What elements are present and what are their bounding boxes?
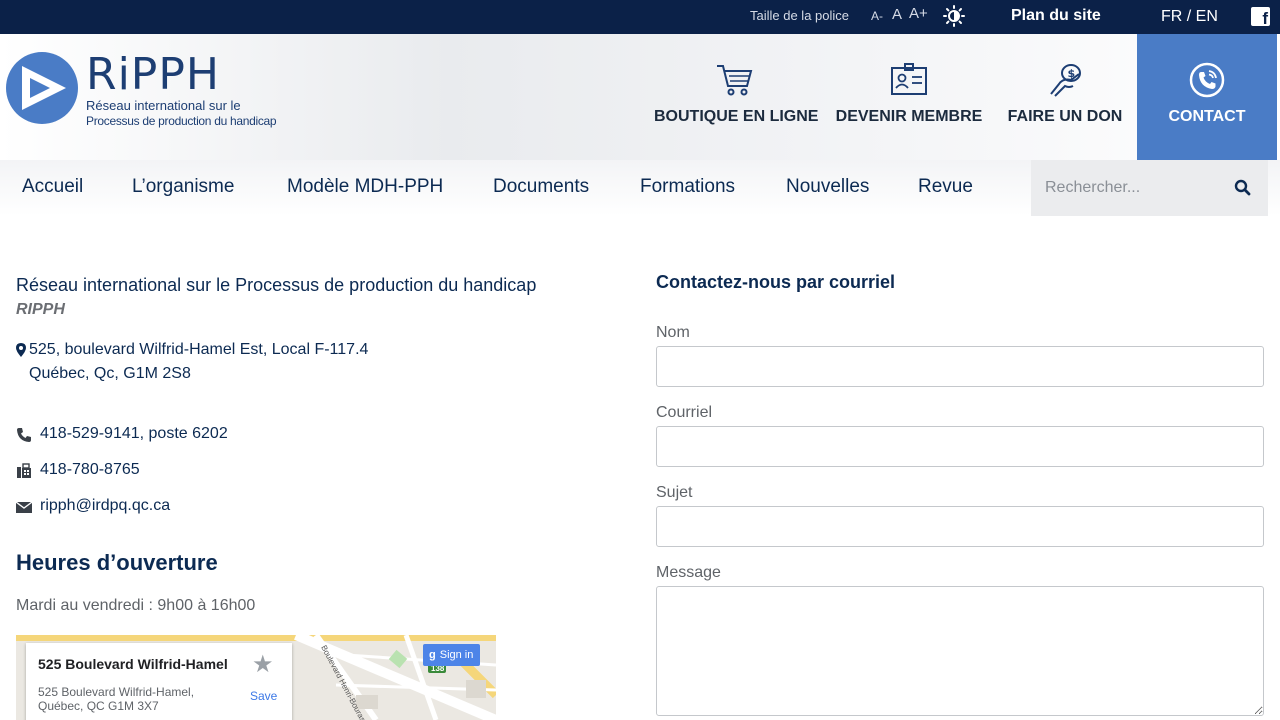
phone-number[interactable]: 418-529-9141, poste 6202 [40, 425, 228, 443]
map-place-name: 525 Boulevard Wilfrid-Hamel [38, 656, 228, 672]
hours-heading: Heures d’ouverture [16, 550, 218, 575]
email-field[interactable] [656, 426, 1264, 467]
map-save-button[interactable]: Save [250, 689, 277, 703]
message-field[interactable] [656, 586, 1264, 716]
donate-label: FAIRE UN DON [1007, 108, 1123, 125]
contact-button[interactable]: CONTACT [1137, 34, 1277, 160]
search-icon[interactable] [1234, 179, 1252, 197]
online-shop-button[interactable]: BOUTIQUE EN LIGNE [654, 34, 819, 160]
hours-text: Mardi au vendredi : 9h00 à 16h00 [16, 597, 256, 614]
name-label: Nom [656, 324, 690, 341]
fax-number: 418-780-8765 [40, 461, 140, 478]
search-input[interactable] [1045, 174, 1225, 202]
contact-form-title: Contactez-nous par courriel [656, 272, 896, 292]
phone-icon [17, 428, 31, 442]
map-place-card: 525 Boulevard Wilfrid-Hamel 525 Boulevar… [26, 643, 292, 720]
donate-button[interactable]: $ FAIRE UN DON [1004, 34, 1126, 160]
map-signin-button[interactable]: g Sign in [423, 644, 481, 666]
nav-item-documents[interactable]: Documents [493, 176, 589, 198]
envelope-icon [16, 501, 32, 513]
map-marker-icon [16, 343, 26, 357]
ripph-logo[interactable]: RiPPH Réseau international sur le Proces… [6, 49, 277, 132]
online-shop-label: BOUTIQUE EN LIGNE [654, 108, 819, 125]
nav-item-revue[interactable]: Revue [918, 176, 973, 198]
name-field[interactable] [656, 346, 1264, 387]
font-size-label: Taille de la police [750, 8, 850, 23]
logo-subtitle-2: Processus de production du handicap [86, 114, 277, 128]
star-icon[interactable]: ★ [252, 653, 274, 677]
contrast-icon[interactable] [943, 5, 965, 27]
main-navigation: Accueil L’organisme Modèle MDH-PPH Docum… [0, 160, 1280, 216]
organization-name: Réseau international sur le Processus de… [16, 275, 537, 295]
logo-play-icon [6, 52, 78, 124]
organization-abbreviation: RIPPH [16, 301, 65, 318]
nav-item-modele[interactable]: Modèle MDH-PPH [287, 176, 443, 198]
embedded-map[interactable]: Boulevard Henri-Bourassa 138 525 Bouleva… [16, 635, 496, 720]
cart-icon [717, 65, 753, 96]
nav-item-formations[interactable]: Formations [640, 176, 735, 198]
logo-title: RiPPH [86, 49, 220, 100]
subject-label: Sujet [656, 484, 693, 501]
map-place-address-1: 525 Boulevard Wilfrid-Hamel, [38, 685, 195, 699]
nav-item-nouvelles[interactable]: Nouvelles [786, 176, 869, 198]
font-increase-button[interactable]: A+ [909, 5, 928, 22]
language-switcher[interactable]: FR / EN [1161, 8, 1218, 26]
facebook-letter: f [1262, 9, 1268, 28]
phone-circle-icon [1189, 62, 1225, 98]
svg-text:$: $ [1068, 67, 1076, 80]
subject-field[interactable] [656, 506, 1264, 547]
member-card-icon [891, 63, 927, 95]
site-header: RiPPH Réseau international sur le Proces… [0, 34, 1280, 160]
search-box [1031, 160, 1268, 216]
address-line-2: Québec, Qc, G1M 2S8 [29, 365, 191, 382]
top-utility-bar: Taille de la police A- A A+ Plan du site… [0, 0, 1280, 34]
fax-icon [17, 463, 31, 478]
address-line-1: 525, boulevard Wilfrid-Hamel Est, Local … [29, 341, 369, 358]
google-g-icon: g [429, 649, 436, 661]
become-member-label: DEVENIR MEMBRE [835, 108, 983, 125]
nav-item-organisme[interactable]: L’organisme [132, 176, 234, 198]
contact-label: CONTACT [1168, 108, 1246, 125]
become-member-button[interactable]: DEVENIR MEMBRE [834, 34, 984, 160]
message-label: Message [656, 564, 721, 581]
map-place-address-2: Québec, QC G1M 3X7 [38, 699, 159, 713]
donation-hand-icon: $ [1050, 64, 1081, 97]
facebook-icon[interactable]: f [1251, 7, 1270, 28]
font-normal-button[interactable]: A [892, 6, 902, 23]
map-signin-label: Sign in [439, 649, 474, 661]
email-label: Courriel [656, 404, 713, 421]
logo-subtitle-1: Réseau international sur le [86, 98, 241, 113]
font-decrease-button[interactable]: A- [871, 9, 883, 23]
nav-item-accueil[interactable]: Accueil [22, 176, 83, 198]
email-link[interactable]: ripph@irdpq.qc.ca [40, 497, 170, 515]
sitemap-link[interactable]: Plan du site [1011, 7, 1101, 25]
